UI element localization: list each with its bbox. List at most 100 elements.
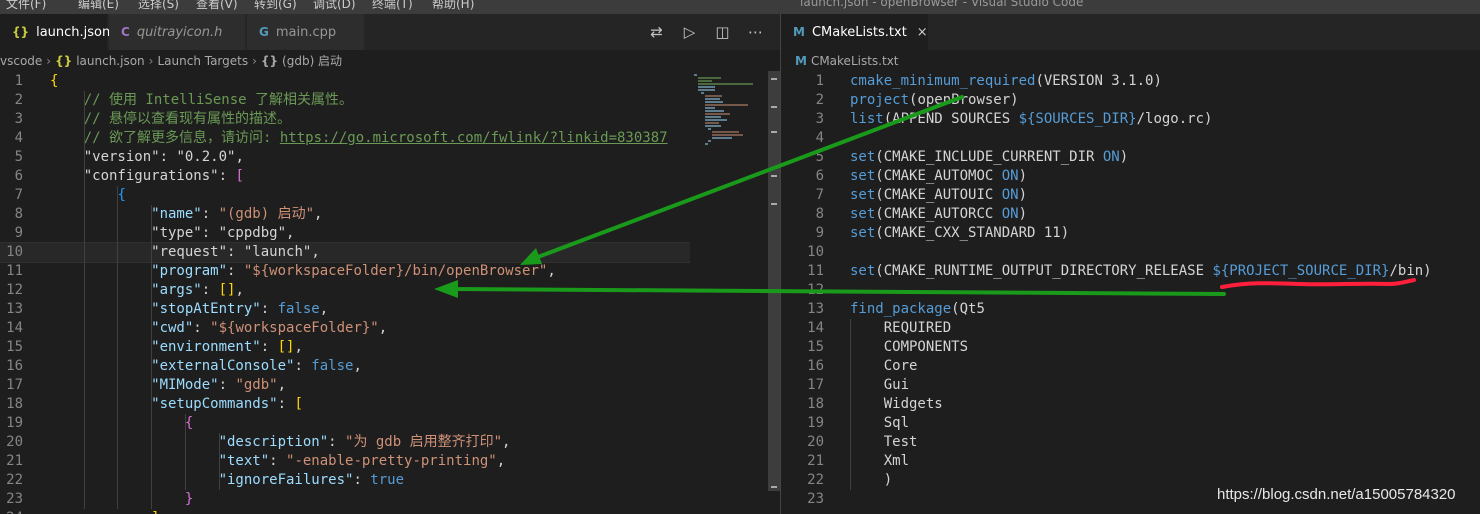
code-line[interactable]: 5 "version": "0.2.0",	[0, 148, 690, 167]
code-line[interactable]: 19 Sql	[781, 414, 1480, 433]
tab-launch-json[interactable]: {} launch.json ×	[0, 14, 131, 50]
code-line[interactable]: 1 cmake_minimum_required(VERSION 3.1.0)	[781, 72, 1480, 91]
breadcrumb-folder[interactable]: vscode	[0, 54, 42, 68]
code-line[interactable]: 11 "program": "${workspaceFolder}/bin/op…	[0, 262, 690, 281]
minimap-line	[697, 86, 715, 88]
menu-item-selection[interactable]: 选择(S)	[138, 0, 179, 12]
tab-main-cpp[interactable]: G main.cpp	[247, 14, 365, 50]
tab-label: main.cpp	[275, 24, 337, 40]
code-line[interactable]: 8 set(CMAKE_AUTORCC ON)	[781, 205, 1480, 224]
line-number: 7	[815, 187, 824, 203]
code-line[interactable]: 16 "externalConsole": false,	[0, 357, 690, 376]
code-token: ,	[547, 263, 556, 279]
code-line[interactable]: 23 }	[0, 490, 690, 509]
code-text: project(openBrowser)	[850, 91, 1019, 110]
breadcrumb-section[interactable]: Launch Targets	[157, 54, 248, 68]
code-line[interactable]: 9 set(CMAKE_CXX_STANDARD 11)	[781, 224, 1480, 243]
code-editor-launch-json[interactable]: 1{2 // 使用 IntelliSense 了解相关属性。 3 // 悬停以查看…	[0, 71, 690, 514]
code-line[interactable]: 22 "ignoreFailures": true	[0, 471, 690, 490]
run-icon[interactable]: ▷	[673, 23, 706, 41]
code-token: (VERSION 3.1.0)	[1035, 73, 1162, 89]
code-line[interactable]: 20 "description": "为 gdb 启用整齐打印",	[0, 433, 690, 452]
code-line[interactable]: 18 Widgets	[781, 395, 1480, 414]
code-line[interactable]: 13 find_package(Qt5	[781, 300, 1480, 319]
code-line[interactable]: 4	[781, 129, 1480, 148]
menu-item-terminal[interactable]: 终端(T)	[372, 0, 413, 12]
minimap[interactable]	[690, 71, 768, 514]
breadcrumb-file[interactable]: CMakeLists.txt	[811, 54, 899, 68]
code-line[interactable]: 6 set(CMAKE_AUTOMOC ON)	[781, 167, 1480, 186]
code-line[interactable]: 15 "environment": [],	[0, 338, 690, 357]
menu-item-edit[interactable]: 编辑(E)	[78, 0, 119, 12]
code-token: set	[850, 263, 876, 279]
vertical-scrollbar[interactable]	[768, 71, 780, 514]
json-file-icon: {}	[12, 25, 30, 39]
code-line[interactable]: 14 REQUIRED	[781, 319, 1480, 338]
code-token: :	[227, 244, 244, 260]
code-token: "externalConsole"	[50, 358, 295, 374]
code-line[interactable]: 18 "setupCommands": [	[0, 395, 690, 414]
code-line[interactable]: 20 Test	[781, 433, 1480, 452]
code-line[interactable]: 2 project(openBrowser)	[781, 91, 1480, 110]
line-number: 13	[6, 301, 23, 317]
split-editor-icon[interactable]: ◫	[706, 23, 739, 41]
code-line[interactable]: 1{	[0, 72, 690, 91]
code-line[interactable]: 6 "configurations": [	[0, 167, 690, 186]
code-line[interactable]: 17 Gui	[781, 376, 1480, 395]
code-token: "MIMode"	[50, 377, 219, 393]
code-line[interactable]: 10 "request": "launch",	[0, 242, 690, 263]
code-line[interactable]: 7 {	[0, 186, 690, 205]
code-line[interactable]: 17 "MIMode": "gdb",	[0, 376, 690, 395]
source-control-icon[interactable]: ⇄	[640, 23, 673, 41]
code-line[interactable]: 2 // 使用 IntelliSense 了解相关属性。	[0, 91, 690, 110]
chevron-right-icon: ›	[148, 53, 154, 68]
indent-guide	[184, 414, 186, 490]
line-number: 23	[6, 491, 23, 507]
code-line[interactable]: 24 ]	[0, 509, 690, 514]
code-line[interactable]: 19 {	[0, 414, 690, 433]
code-line[interactable]: 3 // 悬停以查看现有属性的描述。	[0, 110, 690, 129]
menu-item-go[interactable]: 转到(G)	[254, 0, 297, 12]
tab-quitrayicon-h[interactable]: C quitrayicon.h	[109, 14, 246, 50]
code-line[interactable]: 12	[781, 281, 1480, 300]
code-text: set(CMAKE_CXX_STANDARD 11)	[850, 224, 1069, 243]
minimap-line	[704, 122, 720, 124]
minimap-line	[701, 92, 705, 94]
code-token: ,	[353, 358, 362, 374]
line-number: 8	[815, 206, 824, 222]
menu-item-file[interactable]: 文件(F)	[6, 0, 46, 12]
code-token: )	[1018, 168, 1028, 184]
menu-item-view[interactable]: 查看(V)	[196, 0, 238, 12]
line-number: 20	[807, 434, 824, 450]
code-line[interactable]: 9 "type": "cppdbg",	[0, 224, 690, 243]
more-icon[interactable]: ⋯	[739, 23, 772, 41]
code-token: :	[260, 339, 278, 355]
code-line[interactable]: 12 "args": [],	[0, 281, 690, 300]
code-line[interactable]: 3 list(APPEND SOURCES ${SOURCES_DIR}/logo…	[781, 110, 1480, 129]
code-editor-cmakelists[interactable]: 1 cmake_minimum_required(VERSION 3.1.0) 2 p…	[781, 71, 1480, 514]
code-line[interactable]: 21 "text": "-enable-pretty-printing",	[0, 452, 690, 471]
code-line[interactable]: 8 "name": "(gdb) 启动",	[0, 205, 690, 224]
code-line[interactable]: 10	[781, 243, 1480, 262]
menu-item-debug[interactable]: 调试(D)	[313, 0, 356, 12]
menu-item-help[interactable]: 帮助(H)	[432, 0, 474, 12]
breadcrumb: M CMakeLists.txt	[781, 50, 1480, 71]
breadcrumb-file[interactable]: launch.json	[76, 54, 144, 68]
code-token: ON	[1102, 149, 1120, 165]
code-line[interactable]: 21 Xml	[781, 452, 1480, 471]
code-token: ON	[1001, 168, 1019, 184]
line-number: 6	[14, 168, 23, 184]
tab-cmakelists[interactable]: M CMakeLists.txt ×	[781, 14, 929, 50]
close-icon[interactable]: ×	[917, 25, 928, 40]
code-token: "program"	[50, 263, 228, 279]
code-line[interactable]: 15 COMPONENTS	[781, 338, 1480, 357]
code-line[interactable]: 13 "stopAtEntry": false,	[0, 300, 690, 319]
code-line[interactable]: 11 set(CMAKE_RUNTIME_OUTPUT_DIRECTORY_REL…	[781, 262, 1480, 281]
code-line[interactable]: 14 "cwd": "${workspaceFolder}",	[0, 319, 690, 338]
code-line[interactable]: 5 set(CMAKE_INCLUDE_CURRENT_DIR ON)	[781, 148, 1480, 167]
scrollbar-thumb[interactable]	[768, 71, 780, 491]
code-line[interactable]: 4 // 欲了解更多信息，请访问: https://go.microsoft.c…	[0, 129, 690, 148]
breadcrumb-item[interactable]: (gdb) 启动	[282, 52, 342, 69]
code-line[interactable]: 16 Core	[781, 357, 1480, 376]
code-line[interactable]: 7 set(CMAKE_AUTOUIC ON)	[781, 186, 1480, 205]
